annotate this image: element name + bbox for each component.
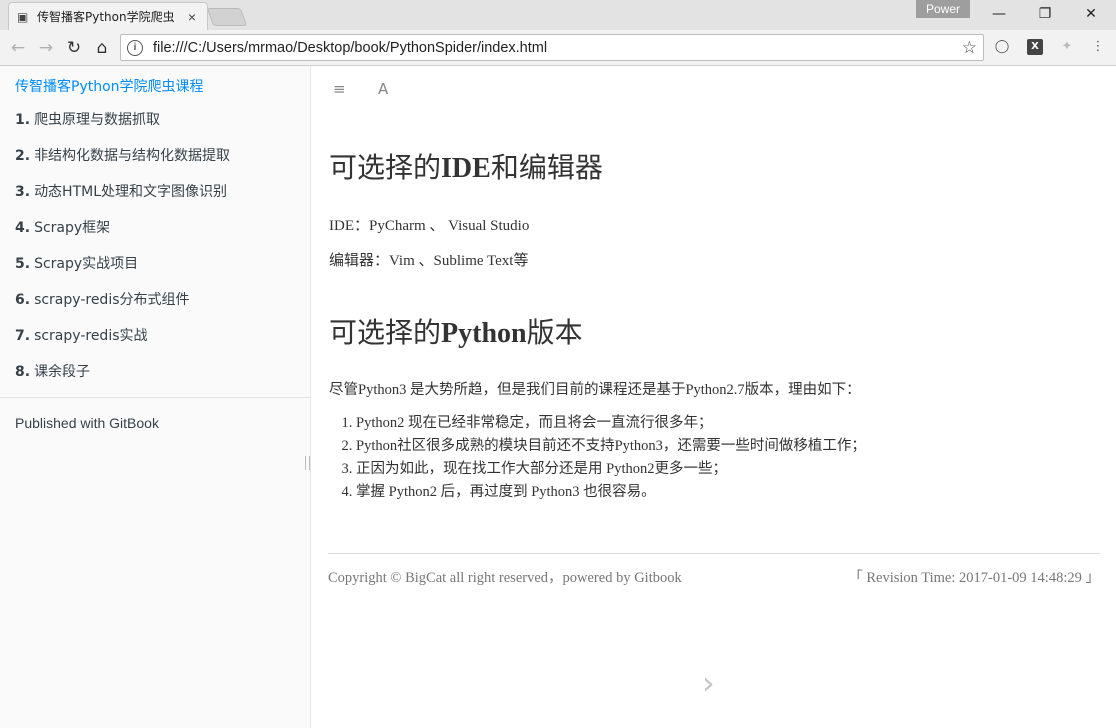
bookmark-star-icon[interactable]: ☆ — [962, 38, 977, 58]
list-item: Python2 现在已经非常稳定，而且将会一直流行很多年； — [356, 412, 866, 435]
intro-paragraph: 尽管Python3 是大势所趋，但是我们目前的课程还是基于Python2.7版本… — [329, 382, 861, 398]
address-bar[interactable]: i file:///C:/Users/mrmao/Desktop/book/Py… — [120, 34, 984, 61]
chapter-item[interactable]: 8. 课余段子 — [0, 354, 310, 390]
chapter-item[interactable]: 2. 非结构化数据与结构化数据提取 — [0, 138, 310, 174]
list-item: 掌握 Python2 后，再过度到 Python3 也很容易。 — [356, 481, 866, 504]
published-with-gitbook-link[interactable]: Published with GitBook — [15, 415, 159, 431]
chapter-number: 1. — [15, 112, 31, 128]
tab-title: 传智播客Python学院爬虫 — [37, 10, 175, 24]
home-icon[interactable]: ⌂ — [90, 36, 114, 60]
restore-button[interactable]: ❐ — [1022, 0, 1068, 28]
chapter-label: scrapy-redis分布式组件 — [34, 292, 190, 308]
heading-python-version: 可选择的Python版本 — [329, 311, 583, 351]
chapter-item[interactable]: 5. Scrapy实战项目 — [0, 246, 310, 282]
heading-text: 和编辑器 — [490, 153, 603, 184]
browser-tab[interactable]: ▣ 传智播客Python学院爬虫 × — [8, 2, 208, 30]
minimize-button[interactable]: — — [976, 0, 1022, 28]
editor-paragraph: 编辑器：Vim 、Sublime Text等 — [329, 253, 529, 269]
font-settings-icon[interactable]: A — [378, 80, 388, 98]
chapter-number: 4. — [15, 220, 31, 236]
revision-time: 「 Revision Time: 2017-01-09 14:48:29 」 — [848, 570, 1100, 586]
chapter-number: 3. — [15, 184, 31, 200]
book-sidebar: 传智播客Python学院爬虫课程 1. 爬虫原理与数据抓取 2. 非结构化数据与结构… — [0, 66, 311, 728]
copyright-text: Copyright © BigCat all right reserved，po… — [328, 570, 682, 586]
heading-text: 可选择的 — [329, 153, 442, 184]
list-item: 正因为如此，现在找工作大部分还是用 Python2更多一些； — [356, 458, 866, 481]
url-text[interactable]: file:///C:/Users/mrmao/Desktop/book/Pyth… — [153, 40, 962, 56]
menu-kebab-icon[interactable]: ⋮ — [1090, 39, 1106, 55]
reload-icon[interactable]: ↻ — [62, 36, 86, 60]
chapter-number: 2. — [15, 148, 31, 164]
new-tab-button[interactable] — [206, 8, 248, 26]
forward-icon[interactable]: → — [34, 36, 58, 60]
heading-ide: 可选择的IDE和编辑器 — [329, 146, 603, 186]
chapter-item[interactable]: 4. Scrapy框架 — [0, 210, 310, 246]
chapter-label: 课余段子 — [34, 364, 91, 380]
extension-x-icon[interactable]: X — [1027, 39, 1043, 55]
chapter-label: Scrapy实战项目 — [34, 256, 139, 272]
back-icon[interactable]: ← — [6, 36, 30, 60]
heading-text: 版本 — [526, 318, 583, 349]
chapter-item[interactable]: 6. scrapy-redis分布式组件 — [0, 282, 310, 318]
chapter-number: 6. — [15, 292, 31, 308]
heading-bold-text: IDE — [441, 153, 491, 184]
sidebar-resize-handle[interactable] — [305, 456, 310, 470]
heading-bold-text: Python — [441, 318, 527, 349]
ide-paragraph: IDE：PyCharm 、 Visual Studio — [329, 218, 530, 234]
chapter-item[interactable]: 3. 动态HTML处理和文字图像识别 — [0, 174, 310, 210]
sidebar-divider — [0, 397, 310, 398]
page-content: ≡ A 可选择的IDE和编辑器 IDE：PyCharm 、 Visual Stu… — [311, 66, 1116, 728]
book-title-link[interactable]: 传智播客Python学院爬虫课程 — [15, 76, 204, 96]
chapter-label: 动态HTML处理和文字图像识别 — [34, 184, 228, 200]
chapter-label: Scrapy框架 — [34, 220, 111, 236]
tab-close-icon[interactable]: × — [185, 9, 199, 25]
extension-puzzle-icon[interactable]: ✦ — [1059, 39, 1075, 55]
heading-text: 可选择的 — [329, 318, 442, 349]
chapter-number: 5. — [15, 256, 31, 272]
chapter-label: scrapy-redis实战 — [34, 328, 148, 344]
chapter-item[interactable]: 1. 爬虫原理与数据抓取 — [0, 102, 310, 138]
list-item: Python社区很多成熟的模块目前还不支持Python3，还需要一些时间做移植工… — [356, 435, 866, 458]
chapter-item[interactable]: 7. scrapy-redis实战 — [0, 318, 310, 354]
info-icon[interactable]: i — [127, 39, 143, 56]
book-icon: ▣ — [17, 9, 29, 24]
toggle-sidebar-icon[interactable]: ≡ — [333, 80, 346, 98]
footer-divider — [328, 553, 1100, 554]
chapter-number: 8. — [15, 364, 31, 380]
chapter-label: 爬虫原理与数据抓取 — [34, 112, 161, 128]
chapter-label: 非结构化数据与结构化数据提取 — [34, 148, 231, 164]
chapter-list: 1. 爬虫原理与数据抓取 2. 非结构化数据与结构化数据提取 3. 动态HTML处理和… — [0, 102, 310, 390]
next-page-chevron-icon[interactable]: › — [702, 664, 715, 702]
close-window-button[interactable]: ✕ — [1068, 0, 1114, 28]
reasons-list: Python2 现在已经非常稳定，而且将会一直流行很多年； Python社区很多… — [356, 412, 866, 504]
chapter-number: 7. — [15, 328, 31, 344]
browser-toolbar: ← → ↻ ⌂ i file:///C:/Users/mrmao/Desktop… — [0, 30, 1116, 66]
extension-circle-icon[interactable]: ◯ — [994, 39, 1010, 55]
power-badge: Power — [916, 0, 970, 18]
browser-titlebar: ▣ 传智播客Python学院爬虫 × Power — ❐ ✕ — [0, 0, 1116, 30]
